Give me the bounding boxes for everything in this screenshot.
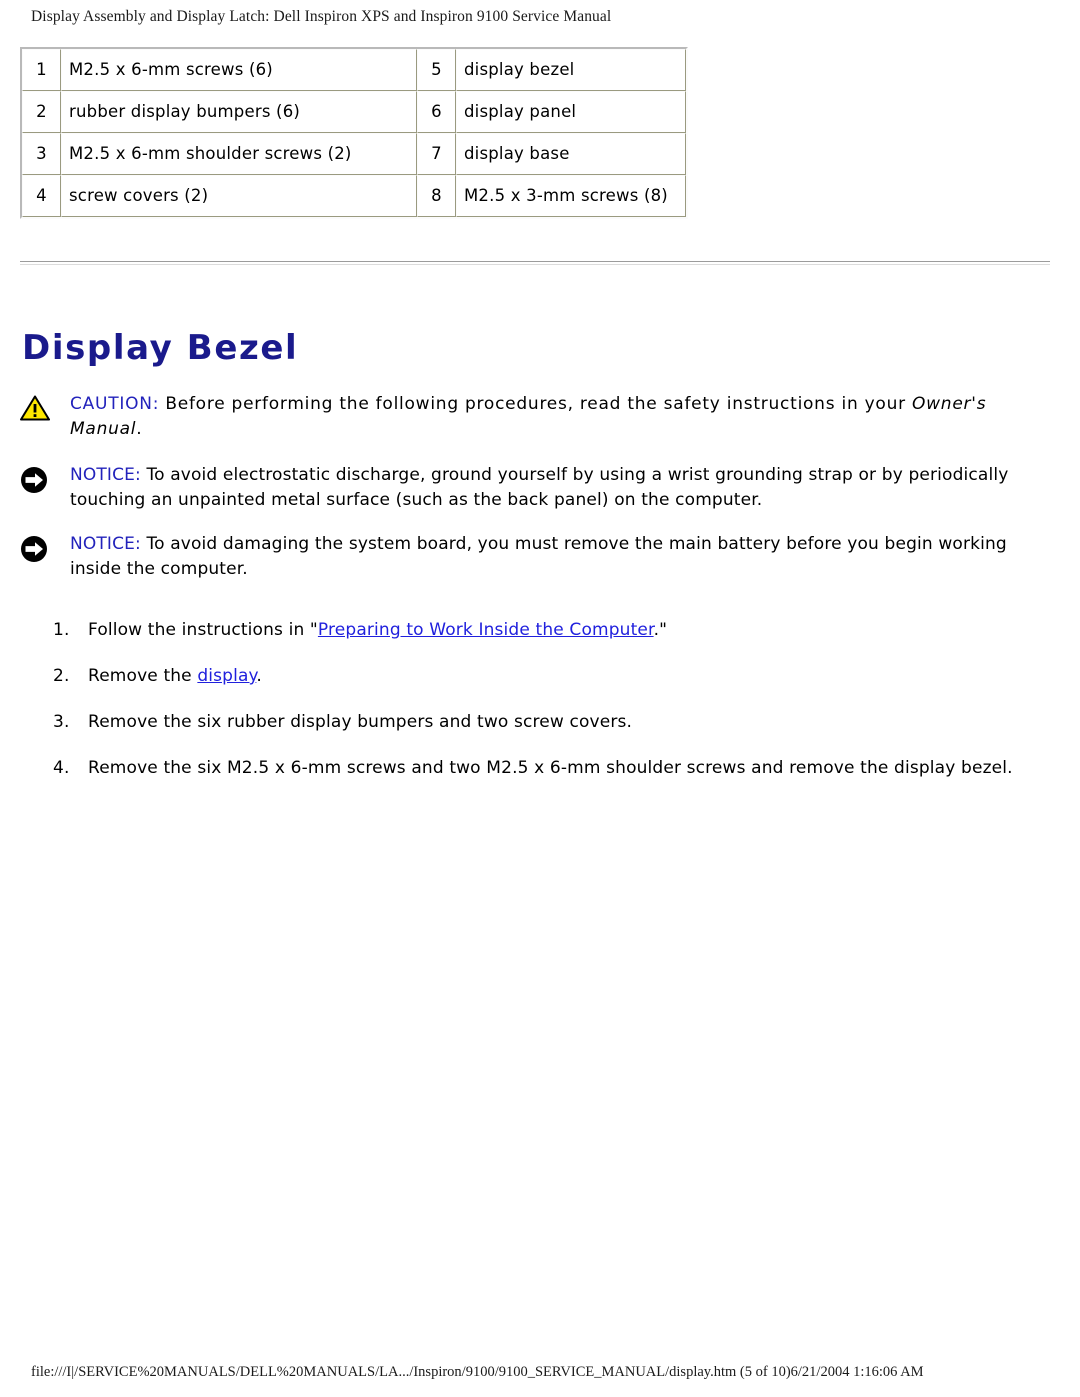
caution-text-after: . <box>136 419 143 439</box>
legend-number: 3 <box>22 133 61 175</box>
table-row: 4 screw covers (2) 8 M2.5 x 3-mm screws … <box>22 175 686 217</box>
legend-number: 4 <box>22 175 61 217</box>
step-text-prefix: Remove the six rubber display bumpers an… <box>88 712 633 732</box>
caution-admonition: CAUTION: Before performing the following… <box>20 392 1052 442</box>
list-item: 3. Remove the six rubber display bumpers … <box>20 710 1040 735</box>
page-footer-path: file:///I|/SERVICE%20MANUALS/DELL%20MANU… <box>31 1364 924 1380</box>
caution-text-before: Before performing the following procedur… <box>159 394 913 414</box>
caution-keyword: CAUTION: <box>70 394 160 414</box>
notice-arrow-icon <box>21 536 47 562</box>
legend-number: 6 <box>417 91 456 133</box>
page-header-title: Display Assembly and Display Latch: Dell… <box>31 8 612 25</box>
step-marker: 3. <box>53 712 70 732</box>
legend-label: screw covers (2) <box>61 175 417 217</box>
notice-body-text: To avoid damaging the system board, you … <box>70 534 1007 579</box>
legend-number: 2 <box>22 91 61 133</box>
caution-text: CAUTION: Before performing the following… <box>70 392 1052 442</box>
legend-number: 7 <box>417 133 456 175</box>
warning-triangle-icon <box>20 395 50 421</box>
legend-number: 8 <box>417 175 456 217</box>
step-text-prefix: Remove the six M2.5 x 6-mm screws and tw… <box>88 758 1013 778</box>
legend-table-body: 1 M2.5 x 6-mm screws (6) 5 display bezel… <box>22 49 686 217</box>
step-marker: 4. <box>53 758 70 778</box>
legend-number: 5 <box>417 49 456 91</box>
link-display[interactable]: display <box>197 666 256 686</box>
link-preparing-to-work-inside-the-computer[interactable]: Preparing to Work Inside the Computer <box>318 620 654 640</box>
step-text-prefix: Remove the <box>88 666 198 686</box>
notice-text-2: NOTICE: To avoid damaging the system boa… <box>70 532 1052 582</box>
legend-label: display base <box>456 133 686 175</box>
legend-label: rubber display bumpers (6) <box>61 91 417 133</box>
section-divider <box>20 261 1050 265</box>
legend-table: 1 M2.5 x 6-mm screws (6) 5 display bezel… <box>20 47 688 219</box>
list-item: 1. Follow the instructions in "Preparing … <box>20 618 1040 643</box>
notice-text-1: NOTICE: To avoid electrostatic discharge… <box>70 463 1052 513</box>
procedure-step-list: 1. Follow the instructions in "Preparing … <box>20 618 1040 802</box>
legend-label: display bezel <box>456 49 686 91</box>
caution-icon-slot <box>20 392 70 421</box>
legend-label: M2.5 x 3-mm screws (8) <box>456 175 686 217</box>
notice-admonition-1: NOTICE: To avoid electrostatic discharge… <box>20 463 1052 513</box>
notice-icon-slot <box>20 463 70 494</box>
list-item: 4. Remove the six M2.5 x 6-mm screws and … <box>20 756 1040 781</box>
step-text-suffix: . <box>256 666 262 686</box>
legend-table-container: 1 M2.5 x 6-mm screws (6) 5 display bezel… <box>20 47 688 219</box>
notice-arrow-icon <box>21 467 47 493</box>
table-row: 1 M2.5 x 6-mm screws (6) 5 display bezel <box>22 49 686 91</box>
table-row: 3 M2.5 x 6-mm shoulder screws (2) 7 disp… <box>22 133 686 175</box>
notice-keyword: NOTICE: <box>70 534 141 554</box>
notice-keyword: NOTICE: <box>70 465 141 485</box>
step-text-prefix: Follow the instructions in " <box>88 620 318 640</box>
notice-admonition-2: NOTICE: To avoid damaging the system boa… <box>20 532 1052 582</box>
step-marker: 1. <box>53 620 70 640</box>
notice-body-text: To avoid electrostatic discharge, ground… <box>70 465 1009 510</box>
page-title: Display Bezel <box>22 327 299 368</box>
legend-label: M2.5 x 6-mm shoulder screws (2) <box>61 133 417 175</box>
table-row: 2 rubber display bumpers (6) 6 display p… <box>22 91 686 133</box>
legend-label: M2.5 x 6-mm screws (6) <box>61 49 417 91</box>
legend-label: display panel <box>456 91 686 133</box>
notice-icon-slot <box>20 532 70 563</box>
step-text-suffix: ." <box>653 620 668 640</box>
step-marker: 2. <box>53 666 70 686</box>
legend-number: 1 <box>22 49 61 91</box>
list-item: 2. Remove the display. <box>20 664 1040 689</box>
